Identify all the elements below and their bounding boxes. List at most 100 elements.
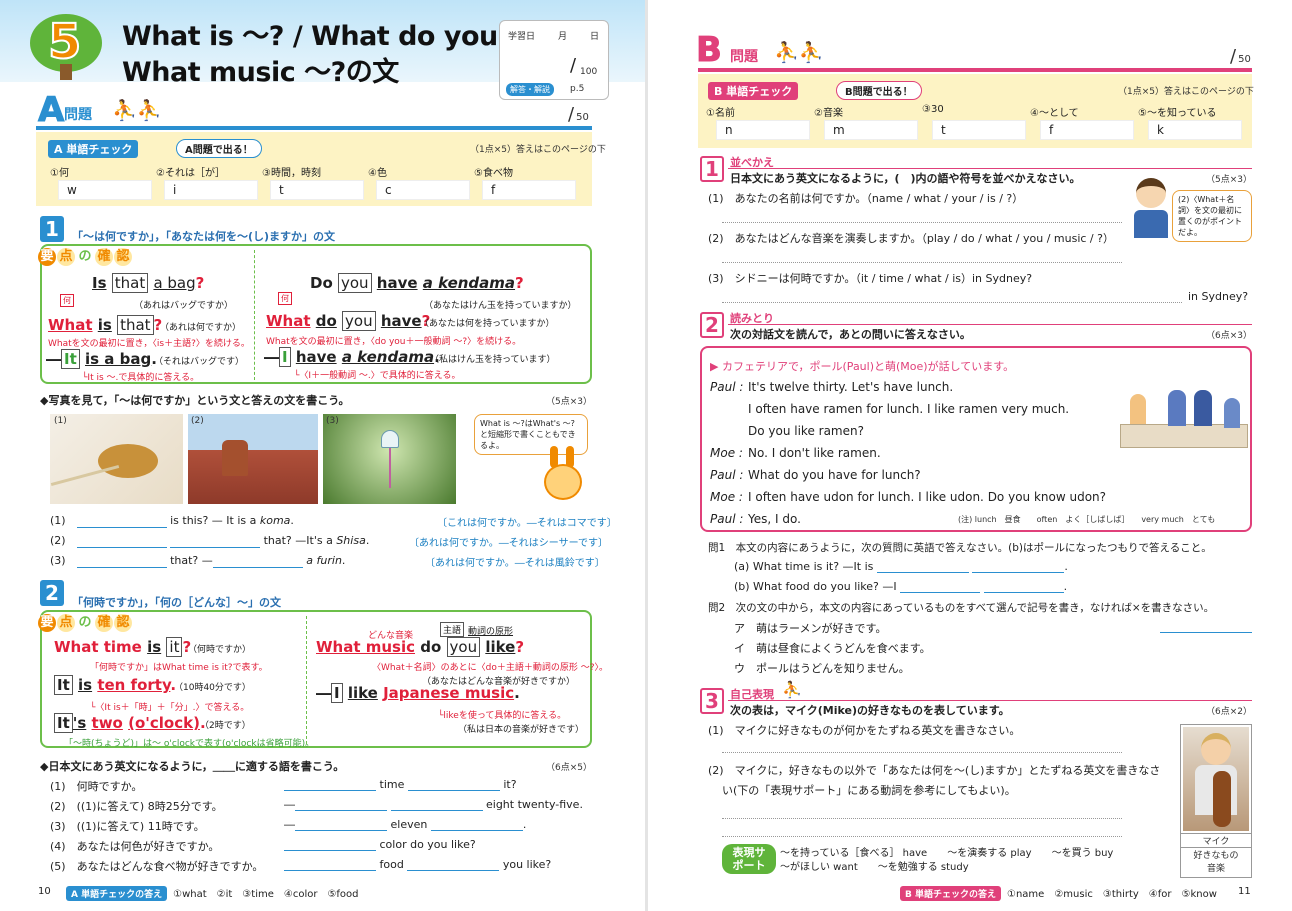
section-b-letter: B [696,30,723,71]
answer-blank[interactable] [900,581,981,593]
vocab-label: ④～として [1030,108,1079,119]
answer-line[interactable] [722,222,1122,223]
answer-blank[interactable] [284,779,376,791]
question-text: (3) ((1)に答えて) 11時です。 [50,820,205,833]
example-sentence: It is ten forty. [54,675,176,695]
answer-line[interactable] [722,302,1182,303]
day-label: 日 [590,32,600,42]
section-1-points: （5点×3） [1206,175,1252,185]
example-jp: （あれは何ですか） [160,323,242,333]
expression-item-cont: い(下の「表現サポート」にある動詞を参考にしてもよい)。 [722,784,1016,797]
vocab-input[interactable]: k [1148,120,1242,140]
answer-blank[interactable] [407,779,500,791]
answer-row: ― eleven . [284,818,527,831]
answer-blank[interactable] [876,561,969,573]
example-sentence: ― I like Japanese music. [316,683,520,703]
vocab-input[interactable]: t [932,120,1026,140]
example-sentence: Do you have a kendama? [310,273,524,293]
answer-blank[interactable] [407,859,500,871]
answer-blank[interactable] [295,799,387,811]
grammar-note: └It is ～.で具体的に答える。 [82,373,200,383]
vocab-input[interactable]: f [1040,120,1134,140]
example-sentence: ― I have a kendama. [264,347,440,367]
what-tag: 何 [278,292,292,305]
vocab-label: ③30 [922,104,944,115]
example-sentence: ― It is a bag. [46,349,157,369]
section-a-letter: A [37,90,65,131]
photo-label: (3) [326,416,339,426]
scene-text: ▶ カフェテリアで，ポール(Paul)と萌(Moe)が話しています。 [710,360,1015,373]
answer-line[interactable] [722,836,1122,837]
reorder-item: (1) あなたの名前は何ですか。（name / what / your / is… [708,192,1024,205]
vocab-input[interactable]: w [58,180,152,200]
youten-box-2: 要点の確認 What time is it? （何時ですか） 「何時ですか」はW… [38,610,608,749]
section-b-label: 問題 [730,49,758,65]
answer-line[interactable] [722,818,1122,819]
answer-blank[interactable] [76,516,167,528]
support-line: ～を持っている［食べる］ have ～を演奏する play ～を買う buy [780,848,1114,859]
answer-ref-page: p.5 [570,84,585,94]
cafeteria-illustration [1120,384,1248,460]
jump-icon: ⛹ [782,680,802,699]
question-text: (5) あなたはどんな食べ物が好きですか。 [50,860,264,873]
score-box: 学習日 月 日 / 100 解答・解説 p.5 [499,20,609,100]
example-sentence: Is that a bag? [92,273,205,293]
vocab-input[interactable]: t [270,180,364,200]
question-1: 問1 本文の内容にあうように，次の質問に英語で答えなさい。(b)はポールになった… [708,542,1212,554]
unit-title-line2: What music ～?の文 [122,57,399,88]
photo-question-points: （5点×3） [546,397,592,407]
choice-item: ウ ポールはうどんを知りません。 [734,662,910,675]
dialog-box: ▶ カフェテリアで，ポール(Paul)と萌(Moe)が話しています。 Paul … [700,346,1252,532]
answer-blank[interactable] [212,556,303,568]
answer-row: ― eight twenty-five. [284,798,583,811]
photo-answer-row: (2) that? —It's a Shisa. [50,534,370,548]
section-1-number: 1 [40,216,64,242]
answer-blank[interactable] [390,799,483,811]
example-jp: （私は日本の音楽が好きです） [458,725,585,735]
example-sentence: What music do you like? [316,637,525,657]
vocab-label: ③時間，時刻 [262,168,321,179]
grammar-note: └〈It is＋「時」＋「分」.〉で答える。 [90,703,250,713]
answer-blank[interactable] [76,536,167,548]
youten-label: 要点の確認 [38,248,133,266]
answer-blank[interactable] [972,561,1065,573]
answer-line[interactable] [722,752,1122,753]
answer-blank[interactable] [284,839,376,851]
grammar-note: 「何時ですか」はWhat time is it?で表す。 [90,663,268,673]
tango-check-panel: B 単語チェック B問題で出る！ （1点×5）答えはこのページの下 ①名前 ②音… [698,74,1254,148]
speaker: Paul : [710,512,744,526]
vocab-input[interactable]: n [716,120,810,140]
answer-blank[interactable] [430,819,523,831]
tag-label: 主語 [440,622,465,637]
section-line [728,324,1252,325]
section-3-points: （6点×2） [1206,707,1252,717]
answer-blank[interactable] [170,536,261,548]
study-date-label: 学習日 [508,32,536,42]
answer-ref-label: 解答・解説 [506,83,554,96]
answer-blank[interactable] [295,819,387,831]
answer-blank[interactable] [284,859,376,871]
photo-label: (1) [54,416,67,426]
grammar-note: └〈I＋一般動詞 ～.〉で具体的に答える。 [294,371,461,381]
answer-blank[interactable] [983,581,1064,593]
answer-line[interactable] [722,262,1122,263]
vocab-input[interactable]: f [482,180,576,200]
vocab-input[interactable]: m [824,120,918,140]
expression-support-badge: 表現サポート [722,844,776,874]
example-jp: （私はけん玉を持っています） [430,355,556,365]
answer-blank[interactable] [1160,632,1252,633]
tango-points: （1点×5）答えはこのページの下 [470,145,606,155]
example-jp: （あなたはけん玉を持っていますか） [424,301,577,311]
example-jp: （何時ですか） [188,645,252,655]
section-2-number: 2 [700,312,724,338]
section-b-score: 50 [1230,46,1251,67]
footer-answers: B 単語チェックの答え ①name ②music ③thirty ④for ⑤kn… [900,885,1217,901]
hop-step-icon: ⛹⛹ [774,40,824,64]
tango-bubble: B問題で出る！ [836,81,922,100]
grammar-note: Whatを文の最初に置き，〈do you＋一般動詞 ～?〉を続ける。 [266,337,522,347]
what-tag: 何 [60,294,74,307]
answer-blank[interactable] [76,556,167,568]
vocab-input[interactable]: c [376,180,470,200]
score-slash: / [570,55,577,76]
vocab-input[interactable]: i [164,180,258,200]
